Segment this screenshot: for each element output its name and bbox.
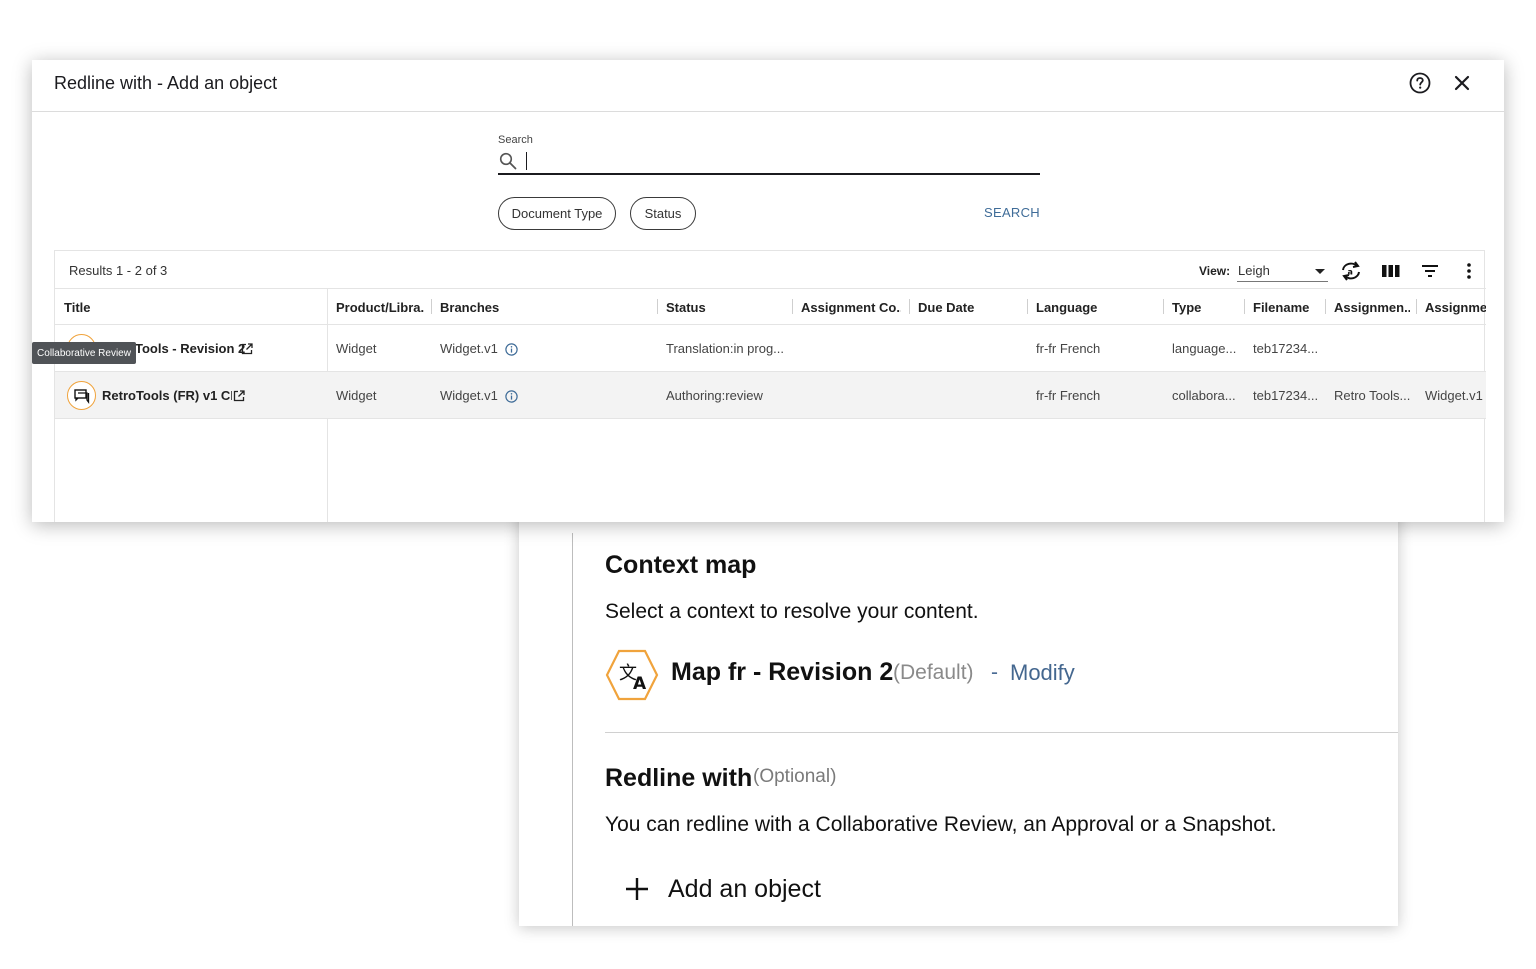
column-header-type[interactable]: Type <box>1172 300 1238 315</box>
row-assignment-1: Retro Tools... <box>1334 388 1410 403</box>
search-icon <box>499 152 517 170</box>
row-language: fr-fr French <box>1036 388 1101 403</box>
info-icon[interactable] <box>505 390 518 403</box>
context-map-description: Select a context to resolve your content… <box>605 600 979 623</box>
row-product: Widget <box>336 341 377 356</box>
column-header-filename[interactable]: Filename <box>1253 300 1323 315</box>
column-header-language[interactable]: Language <box>1036 300 1156 315</box>
context-map-panel: Context map Select a context to resolve … <box>519 505 1398 926</box>
search-input[interactable] <box>524 150 1034 172</box>
row-status: Translation:in prog... <box>666 341 785 356</box>
view-value: Leigh <box>1238 263 1270 278</box>
search-button[interactable]: SEARCH <box>984 205 1040 220</box>
panel-divider-vertical <box>572 533 573 926</box>
translate-icon: 文 A <box>605 649 659 701</box>
dialog-header: Redline with - Add an object <box>32 60 1504 112</box>
review-icon <box>67 381 96 410</box>
column-separator <box>1163 299 1164 314</box>
map-default-label: (Default) <box>893 661 974 684</box>
map-separator: - <box>991 661 998 684</box>
add-object-label: Add an object <box>668 874 821 903</box>
chevron-down-icon <box>1315 269 1325 274</box>
column-separator <box>1244 299 1245 314</box>
document-type-filter[interactable]: Document Type <box>498 197 616 230</box>
row-filename: teb17234... <box>1253 341 1319 356</box>
row-type: language... <box>1172 341 1237 356</box>
results-table: Results 1 - 2 of 3 View: Leigh a Title P… <box>54 250 1486 522</box>
column-separator <box>909 299 910 314</box>
column-separator <box>1027 299 1028 314</box>
redline-with-title: Redline with <box>605 764 753 792</box>
sync-icon[interactable]: a <box>1339 260 1363 282</box>
column-header-product[interactable]: Product/Libra... <box>336 300 424 315</box>
table-header: Title Product/Libra... Branches Status A… <box>55 288 1486 325</box>
svg-text:a: a <box>1348 268 1353 277</box>
view-select[interactable]: Leigh <box>1237 260 1328 282</box>
redline-description: You can redline with a Collaborative Rev… <box>605 813 1277 836</box>
row-product: Widget <box>336 388 377 403</box>
column-header-assignment-2[interactable]: Assignmer <box>1425 300 1486 315</box>
row-status: Authoring:review <box>666 388 763 403</box>
section-divider <box>605 732 1398 733</box>
table-row[interactable]: RetroTools (FR) v1 CR Widget Widget.v1 A… <box>55 372 1486 419</box>
column-separator <box>792 299 793 314</box>
view-label: View: <box>1199 264 1231 278</box>
column-header-branches[interactable]: Branches <box>440 300 640 315</box>
more-vert-icon[interactable] <box>1457 260 1481 282</box>
row-assignment-2: Widget.v1 <box>1425 388 1483 403</box>
add-object-dialog: Redline with - Add an object Search Docu… <box>32 60 1504 522</box>
column-separator <box>657 299 658 314</box>
column-separator <box>431 299 432 314</box>
modify-link[interactable]: Modify <box>1010 660 1075 686</box>
text-caret <box>526 152 527 170</box>
row-language: fr-fr French <box>1036 341 1101 356</box>
external-link-icon[interactable] <box>241 343 253 355</box>
results-count: Results 1 - 2 of 3 <box>69 263 168 278</box>
close-icon[interactable] <box>1452 73 1472 93</box>
info-icon[interactable] <box>505 343 518 356</box>
column-separator <box>1416 299 1417 314</box>
search-label: Search <box>498 134 533 146</box>
search-field <box>498 150 1040 175</box>
tooltip: Collaborative Review <box>32 342 136 364</box>
column-header-assignment-co[interactable]: Assignment Co... <box>801 300 901 315</box>
row-type: collabora... <box>1172 388 1236 403</box>
redline-optional-label: (Optional) <box>753 766 837 787</box>
map-name: Map fr - Revision 2 <box>671 658 894 686</box>
add-object-button[interactable]: Add an object <box>623 871 821 907</box>
table-row[interactable]: Tools - Revision 2 Widget Widget.v1 Tran… <box>55 325 1486 372</box>
plus-icon <box>626 878 648 900</box>
column-header-status[interactable]: Status <box>666 300 786 315</box>
row-title[interactable]: RetroTools (FR) v1 CR <box>102 388 232 403</box>
filter-icon[interactable] <box>1418 260 1442 282</box>
row-title[interactable]: Tools - Revision 2 <box>135 341 255 356</box>
context-map-title: Context map <box>605 551 757 579</box>
column-separator <box>1325 299 1326 314</box>
row-filename: teb17234... <box>1253 388 1319 403</box>
status-filter[interactable]: Status <box>630 197 696 230</box>
svg-text:A: A <box>633 674 647 694</box>
help-icon[interactable] <box>1409 72 1431 94</box>
columns-icon[interactable] <box>1379 260 1403 282</box>
column-header-due-date[interactable]: Due Date <box>918 300 1018 315</box>
column-header-assignment-1[interactable]: Assignmen... <box>1334 300 1410 315</box>
column-header-title[interactable]: Title <box>64 300 314 315</box>
dialog-title: Redline with - Add an object <box>54 73 278 93</box>
external-link-icon[interactable] <box>233 390 245 402</box>
